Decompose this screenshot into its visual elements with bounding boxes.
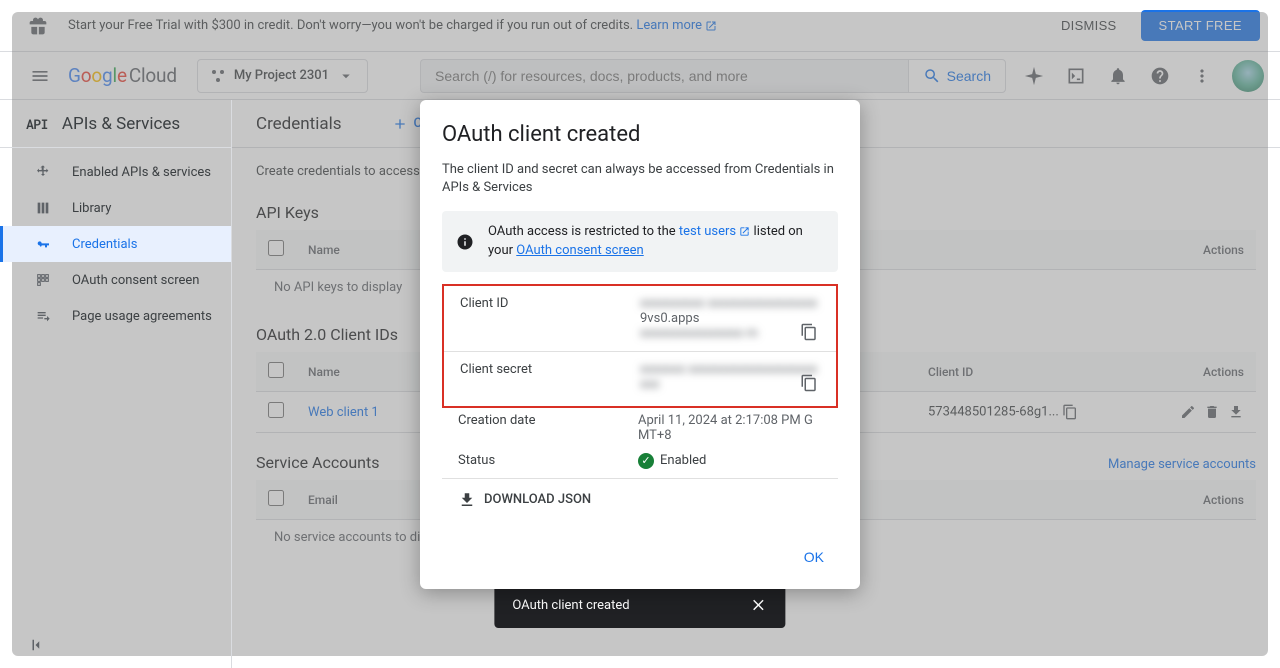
search-input[interactable]	[420, 59, 908, 93]
sidebar-item-label: Library	[72, 201, 111, 216]
edit-icon[interactable]	[1180, 404, 1196, 420]
sidebar-item-credentials[interactable]: Credentials	[0, 226, 231, 262]
sidebar-item-label: Credentials	[72, 237, 137, 252]
sidebar-item-enabled-apis[interactable]: Enabled APIs & services	[0, 154, 231, 190]
project-name: My Project 2301	[234, 68, 329, 83]
copy-icon[interactable]	[800, 374, 818, 392]
ok-button[interactable]: OK	[788, 541, 840, 573]
google-cloud-logo[interactable]: Google Cloud	[68, 64, 177, 87]
row-checkbox[interactable]	[268, 402, 284, 418]
more-menu-icon[interactable]	[1182, 56, 1222, 96]
info-banner: OAuth access is restricted to the test u…	[442, 211, 838, 271]
hamburger-menu[interactable]	[20, 56, 60, 96]
sidebar-item-label: Enabled APIs & services	[72, 165, 211, 180]
notifications-icon[interactable]	[1098, 56, 1138, 96]
creation-date-label: Creation date	[458, 413, 638, 443]
gemini-icon[interactable]	[1014, 56, 1054, 96]
sidebar-item-label: OAuth consent screen	[72, 273, 199, 288]
copy-icon[interactable]	[1062, 404, 1078, 420]
dialog-title: OAuth client created	[442, 122, 838, 147]
client-secret-label: Client secret	[460, 362, 640, 392]
help-icon[interactable]	[1140, 56, 1180, 96]
credentials-highlight-box: Client ID xxxxxxxxxx xxxxxxxxxxxxxxxxx9v…	[442, 284, 838, 408]
check-icon: ✓	[638, 453, 654, 469]
consent-screen-link[interactable]: OAuth consent screen	[516, 243, 643, 258]
client-id-label: Client ID	[460, 296, 640, 341]
top-header: Google Cloud My Project 2301 Search	[0, 52, 1280, 100]
start-free-button[interactable]: START FREE	[1141, 10, 1260, 41]
gift-icon	[28, 16, 48, 36]
sidebar-item-oauth-consent[interactable]: OAuth consent screen	[0, 262, 231, 298]
agreements-icon	[34, 307, 52, 325]
trial-text: Start your Free Trial with $300 in credi…	[68, 18, 1045, 33]
oauth-client-link[interactable]: Web client 1	[308, 405, 379, 420]
key-icon	[34, 235, 52, 253]
page-title: Credentials	[256, 114, 342, 134]
sidebar-item-page-usage[interactable]: Page usage agreements	[0, 298, 231, 334]
collapse-sidebar-button[interactable]	[28, 636, 52, 660]
select-all-checkbox[interactable]	[268, 490, 284, 506]
api-badge: API	[26, 115, 48, 133]
plus-icon	[392, 116, 408, 132]
close-icon[interactable]	[750, 596, 768, 614]
creation-date-value: April 11, 2024 at 2:17:08 PM GMT+8	[638, 413, 822, 443]
trial-banner: Start your Free Trial with $300 in credi…	[0, 0, 1280, 52]
consent-icon	[34, 271, 52, 289]
learn-more-link[interactable]: Learn more	[636, 18, 717, 33]
delete-icon[interactable]	[1204, 404, 1220, 420]
enabled-icon	[34, 163, 52, 181]
cloud-shell-icon[interactable]	[1056, 56, 1096, 96]
manage-sa-link[interactable]: Manage service accounts	[1108, 457, 1256, 472]
select-all-checkbox[interactable]	[268, 362, 284, 378]
download-json-button[interactable]: DOWNLOAD JSON	[442, 483, 838, 517]
sidebar: API APIs & Services Enabled APIs & servi…	[0, 100, 232, 668]
project-selector[interactable]: My Project 2301	[197, 59, 368, 93]
chevron-down-icon	[337, 67, 355, 85]
client-id-value: xxxxxxxxxx xxxxxxxxxxxxxxxxx9vs0.apps xx…	[640, 296, 820, 341]
search-button[interactable]: Search	[908, 59, 1006, 93]
sidebar-item-label: Page usage agreements	[72, 309, 212, 324]
download-icon[interactable]	[1228, 404, 1244, 420]
service-accounts-title: Service Accounts	[256, 453, 379, 472]
library-icon	[34, 199, 52, 217]
avatar[interactable]	[1232, 60, 1264, 92]
info-icon	[456, 233, 474, 251]
dialog-description: The client ID and secret can always be a…	[442, 161, 838, 197]
sidebar-title: API APIs & Services	[0, 100, 231, 148]
client-secret-value: xxxxxxx xxxxxxxxxxxxxxxxxxxxxxx	[640, 362, 820, 392]
test-users-link[interactable]: test users	[679, 224, 750, 239]
client-id-text: 573448501285-68g1...	[928, 404, 1059, 419]
copy-icon[interactable]	[800, 323, 818, 341]
project-icon	[210, 68, 226, 84]
snackbar: OAuth client created	[494, 582, 785, 628]
select-all-checkbox[interactable]	[268, 240, 284, 256]
dismiss-button[interactable]: DISMISS	[1045, 10, 1133, 41]
status-label: Status	[458, 453, 638, 469]
sidebar-item-library[interactable]: Library	[0, 190, 231, 226]
download-icon	[458, 491, 476, 509]
snackbar-text: OAuth client created	[512, 598, 629, 613]
search-icon	[923, 67, 941, 85]
oauth-created-dialog: OAuth client created The client ID and s…	[420, 100, 860, 589]
status-value: ✓ Enabled	[638, 453, 706, 469]
